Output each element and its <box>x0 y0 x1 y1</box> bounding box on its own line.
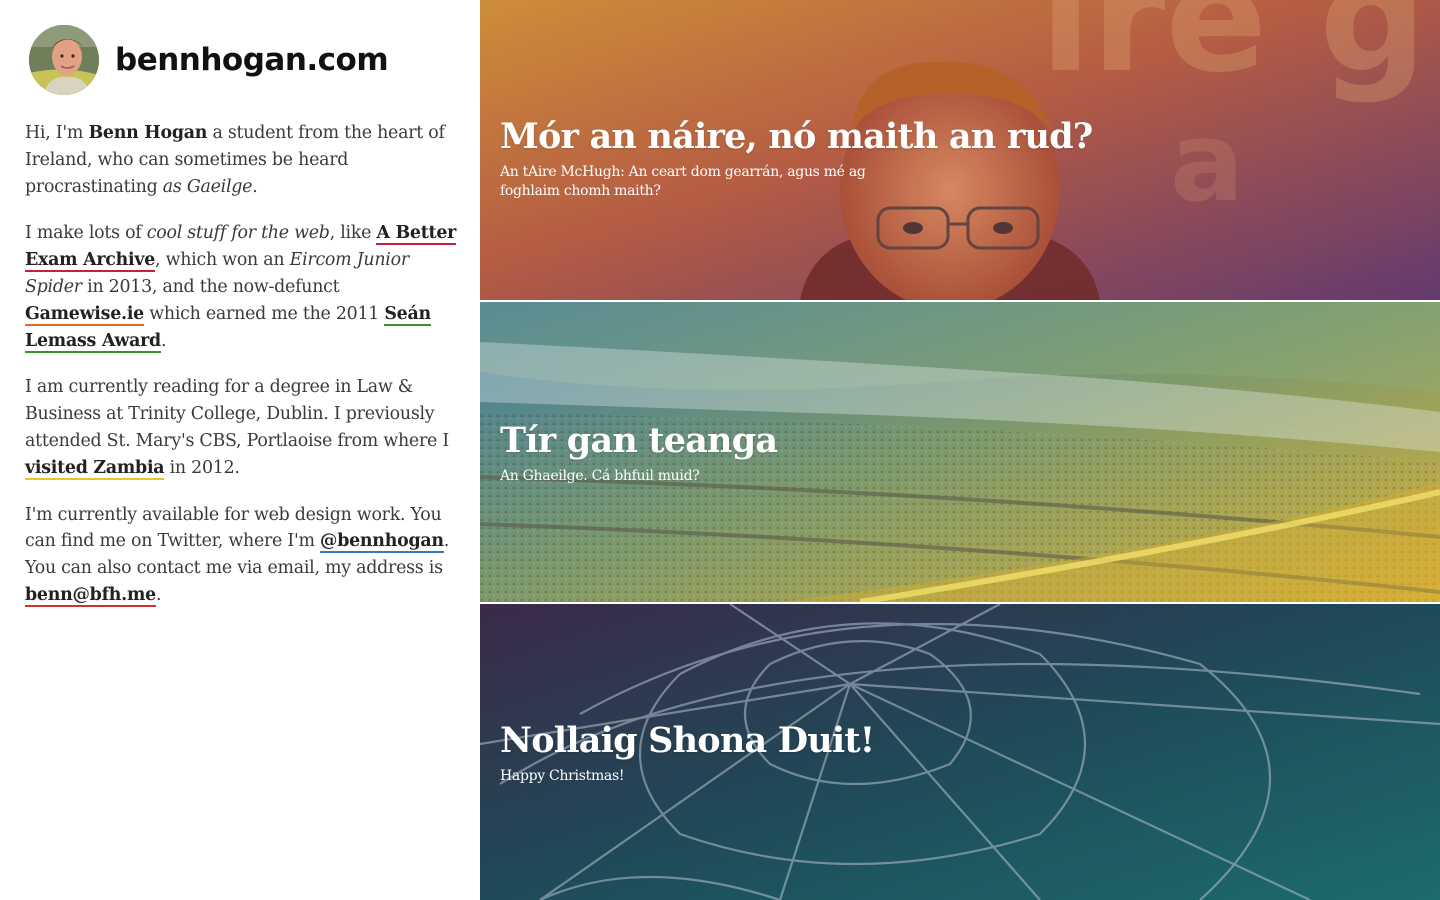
post-title[interactable]: Tír gan teanga <box>500 420 778 462</box>
post-title[interactable]: Mór an náire, nó maith an rud? <box>500 116 1093 158</box>
bio-projects: I make lots of cool stuff for the web, l… <box>25 220 458 354</box>
text: Hi, I'm <box>25 123 89 143</box>
post-text: Nollaig Shona Duit! Happy Christmas! <box>500 720 875 786</box>
link-zambia[interactable]: visited Zambia <box>25 457 165 480</box>
post-card[interactable]: ire g a Mór an náire, nó maith an rud? A… <box>480 0 1440 300</box>
text: in 2012. <box>164 457 240 478</box>
text: , like <box>329 223 377 244</box>
author-name: Benn Hogan <box>88 123 208 143</box>
sidebar: bennhogan.com Hi, I'm Benn Hogan a stude… <box>0 0 480 900</box>
text: cool stuff for the web <box>146 223 330 244</box>
post-title[interactable]: Nollaig Shona Duit! <box>500 720 875 762</box>
text: in 2013, and the now-defunct <box>81 276 340 297</box>
post-card[interactable]: Tír gan teanga An Ghaeilge. Cá bhfuil mu… <box>480 302 1440 602</box>
post-list: ire g a Mór an náire, nó maith an rud? A… <box>480 0 1440 900</box>
post-subtitle: Happy Christmas! <box>500 768 625 784</box>
link-email[interactable]: benn@bfh.me <box>25 584 156 607</box>
text: . <box>252 176 258 197</box>
text: , which won an <box>155 250 290 271</box>
bio-education: I am currently reading for a degree in L… <box>25 374 458 481</box>
post-subtitle: An tAire McHugh: An ceart dom gearrán, a… <box>500 164 866 199</box>
post-card[interactable]: Nollaig Shona Duit! Happy Christmas! <box>480 604 1440 900</box>
text: which earned me the 2011 <box>144 303 385 324</box>
site-title[interactable]: bennhogan.com <box>115 42 389 78</box>
post-text: Mór an náire, nó maith an rud? An tAire … <box>500 116 1093 201</box>
post-subtitle: An Ghaeilge. Cá bhfuil muid? <box>500 468 700 484</box>
text: I am currently reading for a degree in L… <box>25 377 449 451</box>
text: . <box>155 584 162 605</box>
link-twitter[interactable]: @bennhogan <box>320 531 444 554</box>
avatar[interactable] <box>29 25 99 95</box>
post-text: Tír gan teanga An Ghaeilge. Cá bhfuil mu… <box>500 420 778 486</box>
bio-intro: Hi, I'm Benn Hogan a student from the he… <box>25 120 458 200</box>
bio-contact: I'm currently available for web design w… <box>25 502 458 609</box>
site-header: bennhogan.com <box>29 24 458 96</box>
text: I make lots of <box>25 223 147 244</box>
text: as Gaeilge <box>162 176 253 197</box>
bio: Hi, I'm Benn Hogan a student from the he… <box>25 120 458 609</box>
link-gamewise[interactable]: Gamewise.ie <box>25 303 144 326</box>
text: . <box>160 330 167 351</box>
